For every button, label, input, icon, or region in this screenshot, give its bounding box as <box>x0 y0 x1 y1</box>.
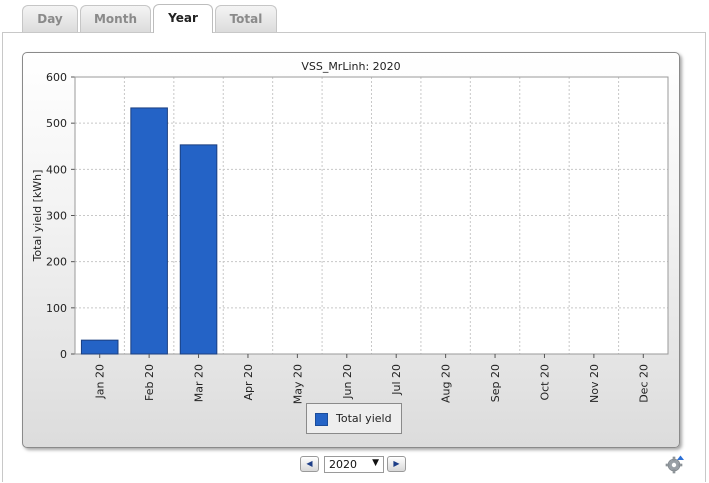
y-tick-label: 0 <box>60 348 67 361</box>
yield-bar-chart: 0 100 200 300 400 500 600 Jan 20 Feb 20 Mar 20 Apr… <box>31 71 669 404</box>
triangle-right-icon: ▶ <box>393 459 400 468</box>
x-tick-label: Jun 20 <box>341 364 354 400</box>
tab-total[interactable]: Total <box>215 5 277 32</box>
x-tick-label: Mar 20 <box>193 364 206 402</box>
y-tick-label: 300 <box>46 210 67 223</box>
tab-month[interactable]: Month <box>80 5 151 32</box>
chart-legend: Total yield <box>306 403 402 434</box>
x-tick-label: Jul 20 <box>390 364 403 396</box>
next-year-button[interactable]: ▶ <box>387 456 406 472</box>
x-tick-label: Sep 20 <box>489 364 502 402</box>
chart-container: VSS_MrLinh: 2020 0 100 200 300 400 500 600 Jan … <box>22 52 680 448</box>
bar-feb-20 <box>130 107 168 355</box>
x-tick-label: Nov 20 <box>588 364 601 403</box>
y-tick-label: 600 <box>46 71 67 84</box>
x-tick-label: Apr 20 <box>242 364 255 401</box>
y-tick-label: 200 <box>46 256 67 269</box>
previous-year-button[interactable]: ◀ <box>300 456 319 472</box>
y-tick-label: 500 <box>46 117 67 130</box>
y-axis-label: Total yield [kWh] <box>31 170 44 263</box>
tab-day[interactable]: Day <box>22 5 78 32</box>
x-tick-label: Dec 20 <box>637 364 650 403</box>
x-tick-label: Aug 20 <box>440 364 453 403</box>
view-tabs: Day Month Year Total <box>0 4 709 34</box>
y-tick-label: 400 <box>46 163 67 176</box>
year-select[interactable]: 2020 ▼ <box>324 456 384 473</box>
x-tick-label: Oct 20 <box>538 364 551 401</box>
y-tick-label: 100 <box>46 302 67 315</box>
bar-mar-20 <box>179 144 218 355</box>
x-tick-label: Jan 20 <box>94 364 107 399</box>
x-tick-label: May 20 <box>291 364 304 404</box>
x-tick-label: Feb 20 <box>143 364 156 401</box>
tab-year[interactable]: Year <box>153 4 213 33</box>
year-select-value: 2020 <box>329 458 357 471</box>
legend-swatch <box>315 413 328 426</box>
gear-icon[interactable] <box>665 454 685 474</box>
bar-jan-20 <box>80 339 119 355</box>
legend-label: Total yield <box>336 412 392 425</box>
triangle-left-icon: ◀ <box>306 459 313 468</box>
chevron-down-icon: ▼ <box>372 458 379 468</box>
